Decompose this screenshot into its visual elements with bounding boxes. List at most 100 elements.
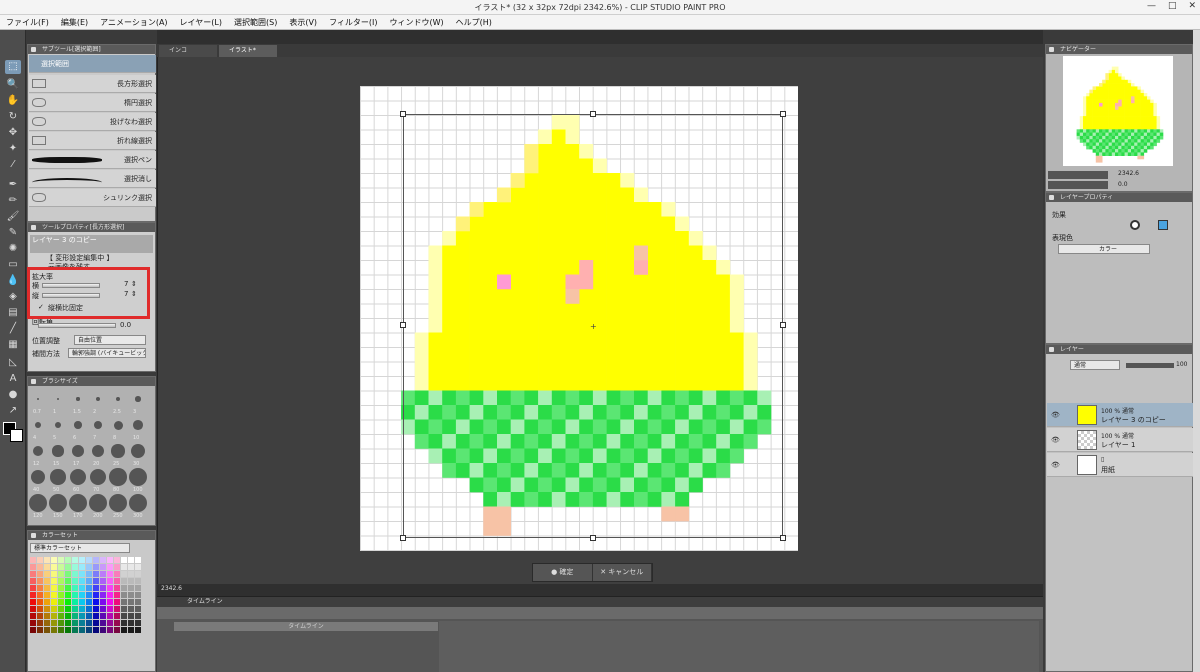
color-swatch[interactable] bbox=[107, 627, 113, 633]
color-swatch[interactable] bbox=[72, 613, 78, 619]
subtool-rect-select[interactable]: 長方形選択 bbox=[29, 75, 156, 93]
subtool-selection-pen[interactable]: 選択ペン bbox=[29, 151, 156, 169]
color-swatch[interactable] bbox=[30, 585, 36, 591]
color-swatch[interactable] bbox=[114, 620, 120, 626]
color-swatch[interactable] bbox=[100, 613, 106, 619]
color-swatch[interactable] bbox=[65, 599, 71, 605]
color-swatch[interactable] bbox=[79, 564, 85, 570]
color-swatch[interactable] bbox=[65, 571, 71, 577]
color-swatch[interactable] bbox=[93, 599, 99, 605]
tone-effect-icon[interactable] bbox=[1144, 220, 1154, 230]
color-swatch[interactable] bbox=[72, 606, 78, 612]
color-swatch[interactable] bbox=[114, 557, 120, 563]
brush-tool-icon[interactable]: 🖌 bbox=[5, 210, 21, 224]
color-swatch[interactable] bbox=[51, 627, 57, 633]
color-swatch[interactable] bbox=[93, 578, 99, 584]
color-swatch[interactable] bbox=[51, 578, 57, 584]
brush-size-dot[interactable] bbox=[135, 396, 141, 402]
color-swatch[interactable] bbox=[44, 557, 50, 563]
color-swatch[interactable] bbox=[30, 592, 36, 598]
correction-tool-icon[interactable]: ↗ bbox=[5, 404, 21, 418]
color-swatch[interactable] bbox=[107, 564, 113, 570]
color-swatch[interactable] bbox=[65, 606, 71, 612]
blend-mode-dropdown[interactable]: 通常 bbox=[1070, 360, 1120, 370]
brush-size-dot[interactable] bbox=[50, 469, 66, 485]
color-swatch[interactable] bbox=[114, 571, 120, 577]
color-swatch[interactable] bbox=[114, 606, 120, 612]
color-swatch[interactable] bbox=[37, 564, 43, 570]
color-swatch[interactable] bbox=[100, 571, 106, 577]
close-button[interactable]: ✕ bbox=[1188, 1, 1196, 11]
brush-size-dot[interactable] bbox=[69, 494, 87, 512]
interp-dropdown[interactable]: 輪郭強調 (バイキュービック) bbox=[68, 348, 146, 358]
pencil-tool-icon[interactable]: ✏ bbox=[5, 194, 21, 208]
color-swatch[interactable] bbox=[121, 557, 127, 563]
color-swatch[interactable] bbox=[30, 599, 36, 605]
color-swatch[interactable] bbox=[72, 578, 78, 584]
color-swatch[interactable] bbox=[135, 620, 141, 626]
eyedropper-icon[interactable]: ⁄ bbox=[5, 158, 21, 172]
color-swatch[interactable] bbox=[121, 592, 127, 598]
color-swatch[interactable] bbox=[44, 599, 50, 605]
ruler-tool-icon[interactable]: ◺ bbox=[5, 356, 21, 370]
color-swatch[interactable] bbox=[37, 585, 43, 591]
color-swatch[interactable] bbox=[58, 564, 64, 570]
brush-size-dot[interactable] bbox=[109, 468, 127, 486]
color-swatch[interactable] bbox=[37, 557, 43, 563]
handle-bottom[interactable] bbox=[590, 535, 596, 541]
rotation-slider[interactable] bbox=[38, 323, 116, 328]
color-swatch[interactable] bbox=[93, 613, 99, 619]
color-swatch[interactable] bbox=[58, 620, 64, 626]
balloon-tool-icon[interactable]: ● bbox=[5, 388, 21, 402]
brush-size-dot[interactable] bbox=[56, 397, 60, 401]
brush-size-dot[interactable] bbox=[111, 444, 125, 458]
color-swatch[interactable] bbox=[135, 599, 141, 605]
color-swatch[interactable] bbox=[128, 592, 134, 598]
color-swatch[interactable] bbox=[107, 585, 113, 591]
color-swatch[interactable] bbox=[128, 564, 134, 570]
window-scrollbar[interactable] bbox=[1193, 30, 1200, 672]
color-swatch[interactable] bbox=[100, 620, 106, 626]
color-swatch[interactable] bbox=[72, 592, 78, 598]
color-swatch[interactable] bbox=[37, 599, 43, 605]
nav-zoom-value[interactable]: 2342.6 bbox=[1118, 170, 1139, 177]
sub-color-swatch[interactable] bbox=[10, 429, 23, 442]
color-swatch[interactable] bbox=[37, 592, 43, 598]
color-swatch[interactable] bbox=[37, 571, 43, 577]
color-swatch[interactable] bbox=[86, 599, 92, 605]
color-swatch[interactable] bbox=[135, 578, 141, 584]
zoom-tool-icon[interactable]: 🔍 bbox=[5, 78, 21, 92]
color-swatch[interactable] bbox=[93, 557, 99, 563]
color-swatch[interactable] bbox=[65, 564, 71, 570]
color-swatch[interactable] bbox=[93, 620, 99, 626]
gradient-tool-icon[interactable]: ▤ bbox=[5, 306, 21, 320]
color-swatch[interactable] bbox=[72, 571, 78, 577]
color-swatch[interactable] bbox=[100, 564, 106, 570]
color-swatch[interactable] bbox=[107, 613, 113, 619]
menu-selection[interactable]: 選択範囲(S) bbox=[228, 17, 283, 28]
color-swatch[interactable] bbox=[30, 620, 36, 626]
brush-size-dot[interactable] bbox=[37, 398, 39, 400]
color-swatch[interactable] bbox=[86, 571, 92, 577]
color-swatch[interactable] bbox=[58, 592, 64, 598]
menu-help[interactable]: ヘルプ(H) bbox=[450, 17, 498, 28]
color-swatch[interactable] bbox=[58, 599, 64, 605]
color-swatch[interactable] bbox=[114, 592, 120, 598]
color-swatch[interactable] bbox=[93, 606, 99, 612]
color-swatch[interactable] bbox=[79, 578, 85, 584]
color-swatch[interactable] bbox=[58, 571, 64, 577]
color-swatch[interactable] bbox=[30, 627, 36, 633]
figure-tool-icon[interactable]: ╱ bbox=[5, 322, 21, 336]
layer-row[interactable]: 👁 100 % 通常 レイヤー 1 bbox=[1047, 428, 1193, 452]
color-swatch[interactable] bbox=[107, 578, 113, 584]
color-swatch[interactable] bbox=[114, 627, 120, 633]
color-swatch[interactable] bbox=[30, 613, 36, 619]
brush-size-dot[interactable] bbox=[54, 421, 62, 429]
color-swatch[interactable] bbox=[86, 620, 92, 626]
color-swatch[interactable] bbox=[37, 620, 43, 626]
color-swatch[interactable] bbox=[72, 564, 78, 570]
nav-rotate-value[interactable]: 0.0 bbox=[1118, 181, 1128, 188]
color-swatch[interactable] bbox=[128, 557, 134, 563]
menu-file[interactable]: ファイル(F) bbox=[0, 17, 55, 28]
tab-illust[interactable]: イラスト* bbox=[219, 45, 277, 57]
